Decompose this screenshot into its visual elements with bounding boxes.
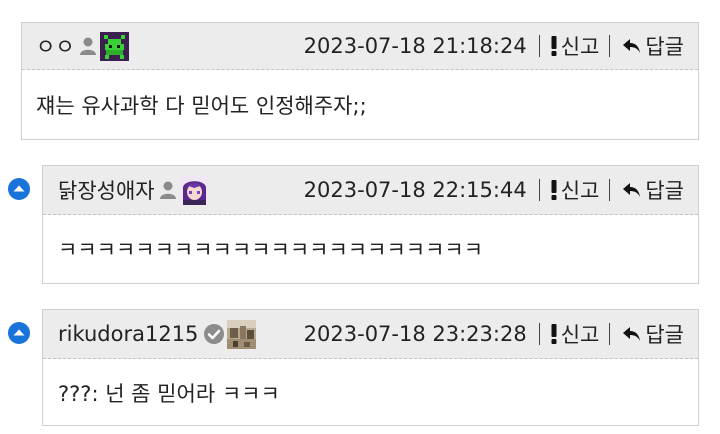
divider [538, 179, 540, 201]
divider [538, 35, 540, 57]
exclamation-icon [551, 324, 557, 344]
reply-label: 답글 [645, 179, 684, 203]
author-nickname[interactable]: 닭장성애자 [58, 175, 155, 205]
author-nickname[interactable]: ㅇㅇ [36, 31, 75, 61]
divider [609, 35, 611, 57]
person-icon [79, 37, 96, 55]
divider [538, 323, 540, 345]
comment-meta: 2023-07-18 22:15:44 신고 답글 [304, 175, 684, 205]
reply-button[interactable]: 답글 [622, 31, 684, 61]
comment-meta: 2023-07-18 21:18:24 신고 답글 [304, 31, 684, 61]
reply-label: 답글 [645, 35, 684, 59]
avatar[interactable] [179, 175, 209, 205]
reply-arrow-icon [623, 183, 641, 197]
comment-timestamp: 2023-07-18 22:15:44 [303, 178, 527, 202]
person-icon [159, 181, 176, 199]
author-nickname[interactable]: rikudora1215 [58, 322, 198, 346]
report-button[interactable]: 신고 [550, 31, 600, 61]
comment-timestamp: 2023-07-18 23:23:28 [303, 322, 527, 346]
avatar[interactable] [227, 319, 257, 349]
verified-check-icon [204, 324, 225, 344]
report-button[interactable]: 신고 [550, 319, 600, 349]
comment-header: rikudora1215 2023-07-18 23:23:28 신고 답글 [43, 310, 698, 359]
divider [609, 323, 611, 345]
comment-header: 닭장성애자 2023-07-18 22:15:44 신고 답글 [43, 166, 698, 215]
exclamation-icon [551, 36, 557, 56]
comment-timestamp: 2023-07-18 21:18:24 [303, 34, 527, 58]
report-button[interactable]: 신고 [550, 175, 600, 205]
reply-arrow-icon [623, 39, 641, 53]
report-label: 신고 [560, 179, 600, 203]
comment-header: ㅇㅇ 2023-07-18 21:18:24 신고 답글 [22, 23, 698, 70]
reply-label: 답글 [645, 323, 684, 347]
comment-text: 쟤는 유사과학 다 믿어도 인정해주자;; [36, 94, 367, 118]
comment-author[interactable]: rikudora1215 [58, 319, 257, 349]
report-label: 신고 [560, 35, 600, 59]
reply-button[interactable]: 답글 [622, 175, 684, 205]
reply-arrow-icon [623, 327, 641, 341]
comment-text: ㅋㅋㅋㅋㅋㅋㅋㅋㅋㅋㅋㅋㅋㅋㅋㅋㅋㅋㅋㅋㅋㅋ [58, 238, 484, 262]
comment-item: 닭장성애자 2023-07-18 22:15:44 신고 답글 ㅋㅋㅋㅋㅋㅋㅋㅋ… [42, 165, 699, 284]
comment-item: ㅇㅇ 2023-07-18 21:18:24 신고 답글 쟤는 유사과학 다 믿… [21, 22, 699, 140]
comment-text: ???: 넌 좀 믿어라 ㅋㅋㅋ [58, 382, 280, 406]
up-arrow-circle-icon [8, 322, 30, 344]
comment-author[interactable]: 닭장성애자 [58, 175, 209, 205]
reply-button[interactable]: 답글 [622, 319, 684, 349]
comment-author[interactable]: ㅇㅇ [36, 31, 129, 61]
report-label: 신고 [560, 323, 600, 347]
comment-item: rikudora1215 2023-07-18 23:23:28 신고 답글 ?… [42, 309, 699, 426]
divider [609, 179, 611, 201]
comment-meta: 2023-07-18 23:23:28 신고 답글 [304, 319, 684, 349]
avatar[interactable] [99, 31, 129, 61]
up-arrow-circle-icon [8, 178, 30, 200]
exclamation-icon [551, 180, 557, 200]
